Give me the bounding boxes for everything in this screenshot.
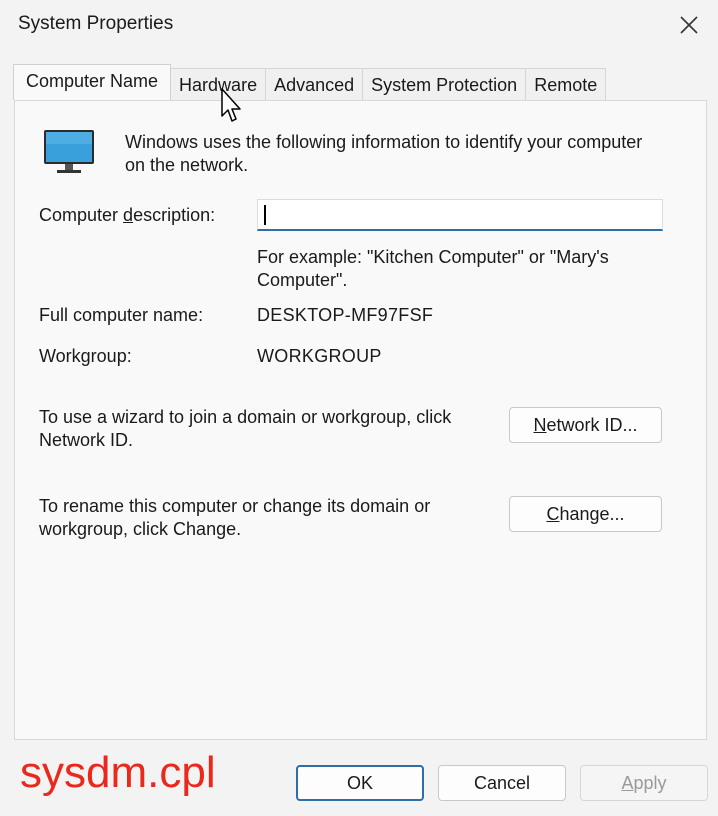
ok-button[interactable]: OK (296, 765, 424, 801)
full-computer-name-label: Full computer name: (39, 305, 204, 325)
tab-strip: Computer Name Hardware Advanced System P… (13, 64, 607, 100)
system-properties-dialog: System Properties Computer Name Hardware… (0, 0, 718, 816)
computer-monitor-icon (44, 130, 94, 173)
intro-text: Windows uses the following information t… (125, 132, 643, 175)
apply-button[interactable]: Apply (580, 765, 708, 801)
cancel-button[interactable]: Cancel (438, 765, 566, 801)
workgroup-value: WORKGROUP (257, 346, 382, 366)
title-bar: System Properties (0, 0, 718, 52)
mouse-pointer-icon (221, 88, 241, 122)
description-example-text: For example: "Kitchen Computer" or "Mary… (257, 247, 609, 290)
close-button[interactable] (674, 10, 704, 40)
tab-advanced[interactable]: Advanced (265, 68, 364, 100)
close-icon (680, 16, 698, 34)
domain-wizard-text: To use a wizard to join a domain or work… (39, 407, 452, 450)
tab-system-protection[interactable]: System Protection (362, 68, 527, 100)
tab-hardware[interactable]: Hardware (170, 68, 267, 100)
text-caret (264, 205, 266, 225)
rename-text: To rename this computer or change its do… (39, 496, 431, 539)
computer-description-label: Computer description: (39, 205, 216, 225)
tab-computer-name[interactable]: Computer Name (13, 64, 172, 100)
computer-description-input[interactable] (257, 199, 663, 231)
full-computer-name-value: DESKTOP-MF97FSF (257, 305, 434, 325)
workgroup-label: Workgroup: (39, 346, 132, 366)
window-title: System Properties (18, 13, 174, 34)
network-id-button[interactable]: Network ID... (509, 407, 662, 443)
change-button[interactable]: Change... (509, 496, 662, 532)
computer-name-panel: Windows uses the following information t… (14, 100, 707, 740)
tab-remote[interactable]: Remote (525, 68, 607, 100)
overlay-command-text: sysdm.cpl (20, 748, 216, 797)
